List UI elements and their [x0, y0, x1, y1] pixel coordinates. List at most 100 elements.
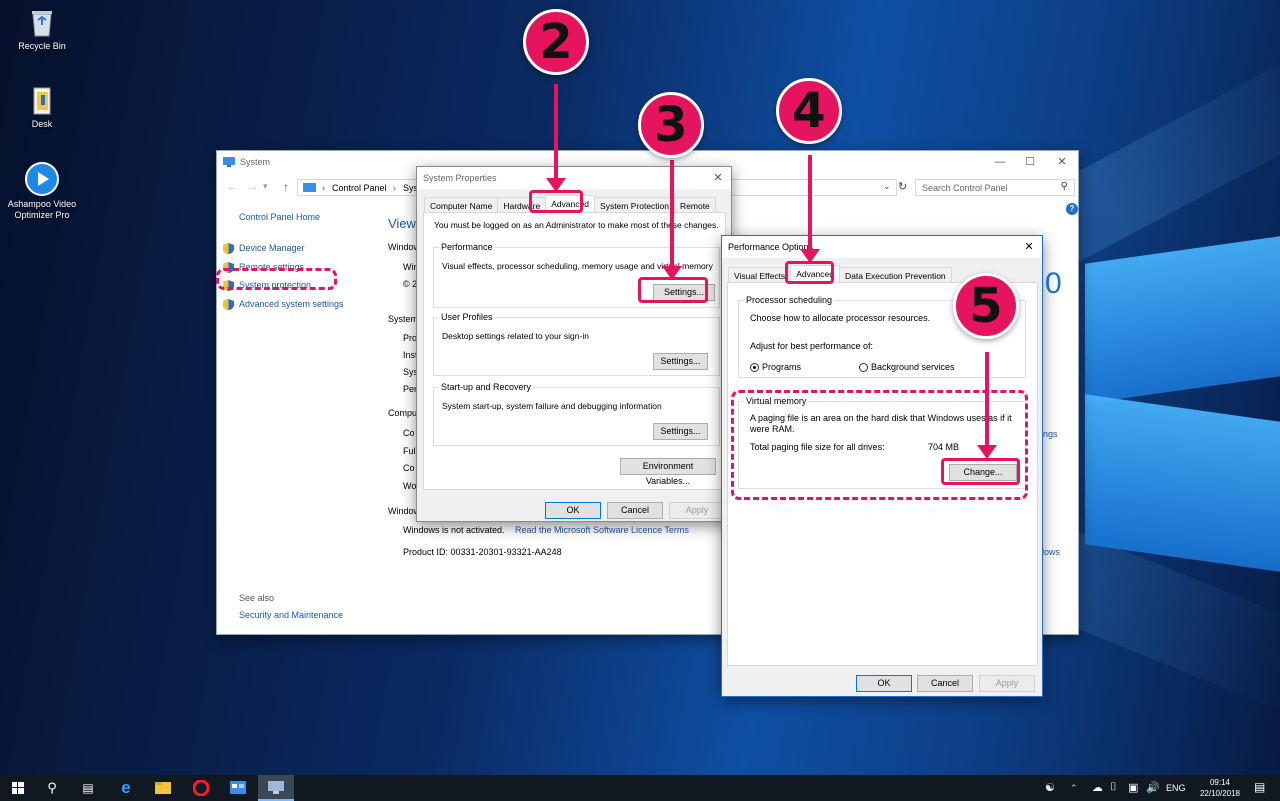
clock-date: 22/10/2018	[1199, 789, 1241, 798]
main-text: Per	[403, 384, 418, 394]
folder-icon	[33, 87, 51, 115]
step-badge-2: 2	[523, 9, 589, 75]
step-badge-5: 5	[953, 273, 1019, 339]
main-text: Pro	[403, 333, 418, 343]
security-maintenance-link[interactable]: Security and Maintenance	[239, 610, 343, 620]
highlight-system-protection	[216, 268, 337, 290]
startup-settings-button[interactable]: Settings...	[653, 423, 708, 440]
recent-dropdown-icon[interactable]: ▾	[263, 181, 268, 192]
cancel-button[interactable]: Cancel	[917, 675, 973, 692]
close-button[interactable]: ✕	[1047, 151, 1077, 173]
network-icon[interactable]: ▣	[1128, 781, 1138, 794]
address-dropdown-icon[interactable]: ⌄	[883, 181, 891, 192]
highlight-advanced-tab	[529, 190, 583, 213]
breadcrumb-sep: ›	[393, 183, 396, 193]
close-button[interactable]: ✕	[1014, 236, 1044, 258]
product-id: Product ID: 00331-20301-93321-AA248	[403, 547, 562, 557]
highlight-advanced-tab-2	[785, 261, 834, 284]
clock-time: 09:14	[1209, 778, 1231, 787]
help-icon[interactable]: ?	[1066, 203, 1078, 215]
notifications-icon[interactable]: ▤	[1254, 780, 1265, 794]
dialog-titlebar: System Properties	[417, 167, 731, 189]
breadcrumb-sep: ›	[322, 183, 325, 193]
ok-button[interactable]: OK	[545, 502, 601, 519]
maximize-button[interactable]: ☐	[1015, 151, 1045, 173]
radio-button	[750, 363, 759, 373]
desktop-icon-recycle-bin[interactable]: Recycle Bin	[0, 8, 84, 52]
search-field[interactable]: Search Control Panel ⚲	[915, 179, 1075, 196]
safe-remove-icon[interactable]: ⌷	[1110, 781, 1117, 794]
group-label: Performance	[439, 242, 495, 252]
arrow-step-2	[546, 84, 566, 192]
dialog-title: System Properties	[423, 173, 497, 183]
windows-logo-text: 0	[1045, 267, 1062, 300]
close-button[interactable]: ✕	[703, 167, 733, 189]
apply-button[interactable]: Apply	[979, 675, 1035, 692]
desktop-icon-ashampoo[interactable]: Ashampoo Video Optimizer Pro	[0, 162, 84, 221]
onedrive-icon[interactable]: ☁	[1092, 781, 1103, 794]
radio-programs[interactable]: Programs	[750, 362, 801, 373]
breadcrumb-control-panel[interactable]: Control Panel	[332, 183, 387, 193]
start-icon[interactable]	[0, 775, 36, 801]
refresh-icon[interactable]: ↻	[898, 180, 907, 193]
window-title: System	[240, 157, 271, 167]
file-explorer-icon[interactable]	[145, 775, 181, 801]
group-label: Start-up and Recovery	[439, 382, 534, 392]
search-icon[interactable]: ⚲	[1061, 181, 1068, 192]
clock[interactable]: 09:14 22/10/2018	[1195, 777, 1245, 799]
dialog-titlebar: Performance Options	[722, 236, 1042, 258]
search-icon[interactable]: ⚲	[34, 775, 70, 801]
licence-terms-link[interactable]: Read the Microsoft Software Licence Term…	[515, 525, 689, 535]
control-panel-icon[interactable]	[220, 775, 256, 801]
arrow-step-3	[662, 160, 682, 280]
sidebar-item-device-manager[interactable]: Device Manager	[223, 239, 344, 258]
desktop-icon-label: Recycle Bin	[18, 41, 66, 51]
minimize-button[interactable]: —	[985, 151, 1015, 173]
forward-icon[interactable]: →	[247, 181, 258, 193]
windows-logo-pane	[1085, 236, 1280, 404]
up-icon[interactable]: ↑	[283, 180, 289, 194]
user-profiles-settings-button[interactable]: Settings...	[653, 353, 708, 370]
highlight-performance-settings	[638, 277, 708, 303]
opera-icon[interactable]	[183, 775, 219, 801]
desktop-icon-label: Ashampoo Video Optimizer Pro	[7, 199, 77, 220]
system-properties-dialog: System Properties ✕ Computer Name Hardwa…	[416, 166, 732, 522]
apply-button[interactable]: Apply	[669, 502, 725, 519]
shield-icon	[223, 298, 234, 310]
group-label: User Profiles	[439, 312, 495, 322]
main-text: Ful	[403, 446, 416, 456]
group-description: System start-up, system failure and debu…	[442, 401, 662, 411]
change-settings-link[interactable]: ings	[1041, 429, 1058, 439]
radio-background-services[interactable]: Background services	[859, 362, 955, 373]
environment-variables-button[interactable]: Environment Variables...	[620, 458, 716, 486]
ok-button[interactable]: OK	[856, 675, 912, 692]
cancel-button[interactable]: Cancel	[607, 502, 663, 519]
people-icon[interactable]: ☯	[1045, 781, 1055, 794]
sidebar-control-panel-home[interactable]: Control Panel Home	[239, 212, 320, 222]
search-placeholder: Search Control Panel	[922, 183, 1008, 193]
computer-section-label: Compu	[388, 408, 418, 418]
arrow-step-5	[977, 352, 997, 459]
shield-icon	[223, 243, 234, 255]
step-badge-3: 3	[638, 92, 704, 158]
taskbar: ⚲ ▤ e ☯ ⌃ ☁ ⌷ ▣ 🔊 ENG 09:14 22/10/2018 ▤	[0, 775, 1280, 801]
step-badge-4: 4	[776, 78, 842, 144]
language-indicator[interactable]: ENG	[1166, 783, 1186, 793]
main-text: Wo	[403, 481, 417, 491]
arrow-step-4	[800, 155, 820, 263]
tray-expand-icon[interactable]: ⌃	[1070, 783, 1078, 794]
group-description: Desktop settings related to your sign-in	[442, 331, 589, 341]
system-icon[interactable]	[258, 775, 294, 801]
back-icon[interactable]: ←	[227, 181, 238, 193]
main-text: Co	[403, 428, 415, 438]
desktop-icon-desk[interactable]: Desk	[0, 86, 84, 130]
sidebar-item-advanced-system-settings[interactable]: Advanced system settings	[223, 295, 344, 314]
page-heading: View	[388, 216, 416, 231]
volume-icon[interactable]: 🔊	[1146, 781, 1160, 794]
main-text: Wir	[403, 262, 417, 272]
edge-icon[interactable]: e	[108, 775, 144, 801]
main-text: Co	[403, 463, 415, 473]
tab-panel-advanced: You must be logged on as an Administrato…	[423, 212, 726, 490]
task-view-icon[interactable]: ▤	[70, 775, 106, 801]
desktop-icon-label: Desk	[31, 119, 53, 129]
